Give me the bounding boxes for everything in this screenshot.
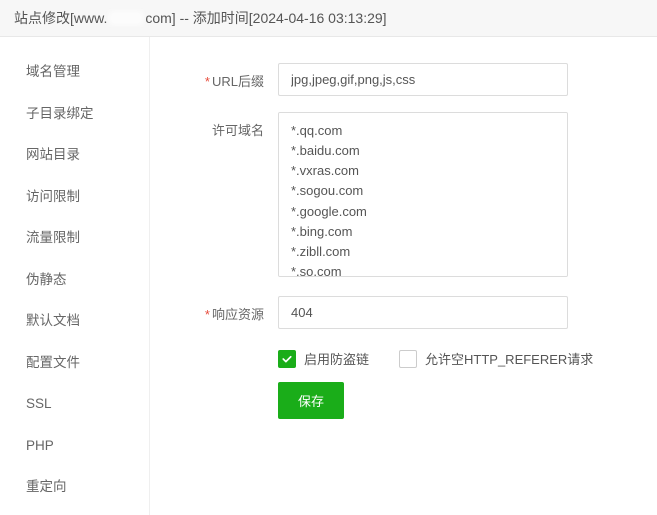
label-allow-domains: 许可域名 (178, 112, 278, 139)
sidebar-item-access[interactable]: 访问限制 (0, 176, 149, 218)
window-titlebar: 站点修改[www. com] -- 添加时间[2024-04-16 03:13:… (0, 0, 657, 37)
sidebar-item-rewrite[interactable]: 伪静态 (0, 259, 149, 301)
sidebar-item-default-doc[interactable]: 默认文档 (0, 300, 149, 342)
sidebar-item-php[interactable]: PHP (0, 425, 149, 467)
title-prefix: 站点修改[www. (14, 8, 107, 28)
sidebar: 域名管理 子目录绑定 网站目录 访问限制 流量限制 伪静态 默认文档 配置文件 … (0, 37, 150, 515)
sidebar-item-webroot[interactable]: 网站目录 (0, 134, 149, 176)
row-url-suffix: *URL后缀 (178, 63, 617, 96)
row-allow-domains: 许可域名 (178, 112, 617, 280)
sidebar-item-domain[interactable]: 域名管理 (0, 51, 149, 93)
checkbox-row: 启用防盗链 允许空HTTP_REFERER请求 (278, 345, 617, 382)
main-layout: 域名管理 子目录绑定 网站目录 访问限制 流量限制 伪静态 默认文档 配置文件 … (0, 37, 657, 515)
label-url-suffix: *URL后缀 (178, 63, 278, 90)
allow-empty-referer-checkbox[interactable]: 允许空HTTP_REFERER请求 (399, 349, 593, 368)
required-mark: * (205, 307, 210, 322)
required-mark: * (205, 74, 210, 89)
sidebar-item-traffic[interactable]: 流量限制 (0, 217, 149, 259)
title-suffix: com] -- 添加时间[2024-04-16 03:13:29] (145, 8, 386, 28)
sidebar-item-ssl[interactable]: SSL (0, 383, 149, 425)
content-panel: *URL后缀 许可域名 *响应资源 (150, 37, 657, 515)
save-button[interactable]: 保存 (278, 382, 344, 419)
sidebar-item-subdir[interactable]: 子目录绑定 (0, 93, 149, 135)
allow-domains-textarea[interactable] (278, 112, 568, 277)
checkbox-icon (278, 350, 296, 368)
check-icon (281, 353, 293, 365)
enable-hotlink-label: 启用防盗链 (304, 349, 369, 368)
sidebar-item-config[interactable]: 配置文件 (0, 342, 149, 384)
row-checks: 启用防盗链 允许空HTTP_REFERER请求 保存 (178, 345, 617, 419)
allow-empty-referer-label: 允许空HTTP_REFERER请求 (425, 349, 593, 368)
response-input[interactable] (278, 296, 568, 329)
checkbox-icon (399, 350, 417, 368)
url-suffix-input[interactable] (278, 63, 568, 96)
enable-hotlink-checkbox[interactable]: 启用防盗链 (278, 349, 369, 368)
sidebar-item-redirect[interactable]: 重定向 (0, 466, 149, 508)
row-response: *响应资源 (178, 296, 617, 329)
label-response: *响应资源 (178, 296, 278, 323)
title-hidden-domain (109, 11, 143, 25)
